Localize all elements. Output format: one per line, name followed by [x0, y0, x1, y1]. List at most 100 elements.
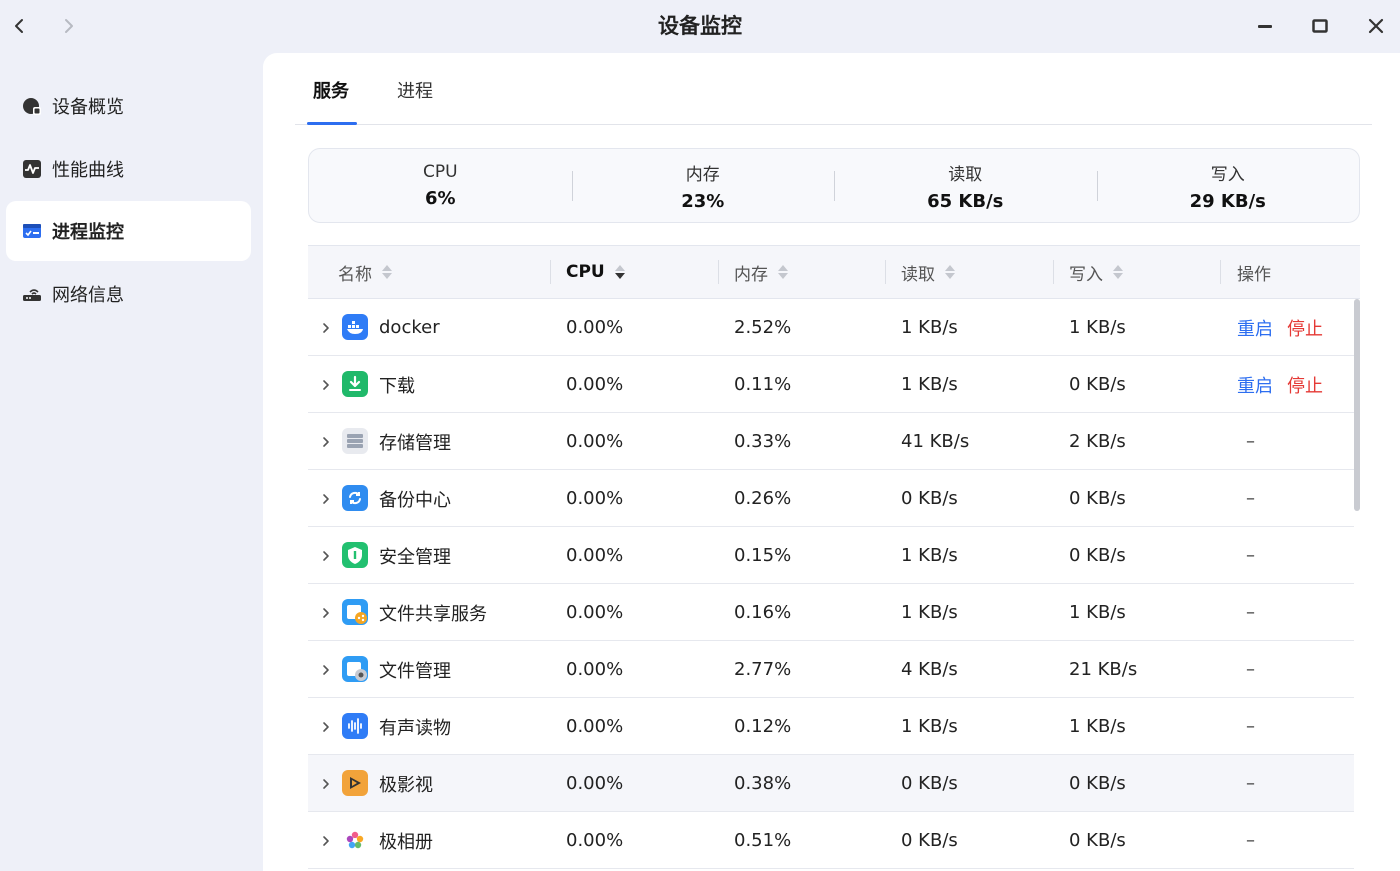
memory-usage: 0.26%	[734, 488, 792, 509]
table-row[interactable]: 极影视 0.00% 0.38% 0 KB/s 0 KB/s –	[308, 755, 1354, 812]
column-header-label: CPU	[566, 262, 605, 282]
title-bar: 设备监控	[0, 0, 1400, 52]
chevron-right-icon	[65, 19, 73, 33]
summary-value: 6%	[424, 188, 456, 209]
sidebar-item-label: 设备概览	[52, 97, 124, 118]
summary-label: CPU	[422, 162, 458, 182]
column-header-label: 名称	[338, 264, 372, 285]
sort-icon	[382, 265, 392, 279]
cpu-usage: 0.00%	[566, 374, 624, 395]
table-row[interactable]: 安全管理 0.00% 0.15% 1 KB/s 0 KB/s –	[308, 527, 1354, 584]
audiobook-icon	[342, 713, 368, 739]
memory-usage: 0.38%	[734, 773, 792, 794]
tab-processes[interactable]: 进程	[397, 77, 433, 123]
column-header-read[interactable]: 读取	[901, 246, 957, 298]
column-header-memory[interactable]: 内存	[734, 246, 790, 298]
table-row[interactable]: 有声读物 0.00% 0.12% 1 KB/s 1 KB/s –	[308, 698, 1354, 755]
column-header-label: 读取	[901, 264, 935, 285]
summary-cpu: CPU 6%	[309, 149, 572, 222]
column-header-cpu[interactable]: CPU	[566, 246, 627, 298]
sidebar-item-label: 进程监控	[52, 222, 124, 243]
storage-icon	[342, 428, 368, 454]
active-tab-indicator	[307, 122, 357, 125]
chevron-right-icon	[323, 550, 329, 561]
download-icon	[342, 371, 368, 397]
cpu-usage: 0.00%	[566, 545, 624, 566]
expand-row-button[interactable]	[318, 299, 334, 356]
chevron-right-icon	[323, 607, 329, 618]
minimize-button[interactable]	[1251, 12, 1279, 40]
chevron-right-icon	[323, 835, 329, 846]
expand-row-button[interactable]	[318, 641, 334, 698]
summary-label: 内存	[685, 164, 720, 185]
sidebar: 设备概览 性能曲线 进程监控 网络信息	[0, 52, 262, 871]
read-rate: 0 KB/s	[901, 488, 958, 509]
sort-icon	[1113, 265, 1123, 279]
service-name: 文件共享服务	[379, 603, 487, 625]
column-header-write[interactable]: 写入	[1069, 246, 1125, 298]
table-scrollbar[interactable]	[1354, 299, 1360, 511]
cpu-usage: 0.00%	[566, 602, 624, 623]
maximize-button[interactable]	[1306, 12, 1334, 40]
stop-button[interactable]: 停止	[1287, 315, 1323, 341]
restart-button[interactable]: 重启	[1237, 315, 1273, 341]
expand-row-button[interactable]	[318, 413, 334, 470]
table-row[interactable]: docker 0.00% 2.52% 1 KB/s 1 KB/s 重启 停止	[308, 299, 1354, 356]
video-icon	[342, 770, 368, 796]
no-action: –	[1246, 545, 1255, 566]
tab-services[interactable]: 服务	[313, 77, 349, 123]
table-row[interactable]: 文件管理 0.00% 2.77% 4 KB/s 21 KB/s –	[308, 641, 1354, 698]
sidebar-item-label: 网络信息	[52, 285, 124, 306]
sidebar-item-process-monitor[interactable]: 进程监控	[6, 201, 251, 261]
summary-value: 65 KB/s	[927, 190, 1004, 212]
expand-row-button[interactable]	[318, 584, 334, 641]
restart-button[interactable]: 重启	[1237, 372, 1273, 398]
stop-button[interactable]: 停止	[1287, 372, 1323, 398]
expand-row-button[interactable]	[318, 527, 334, 584]
close-button[interactable]	[1362, 12, 1390, 40]
tab-bar: 服务 进程	[295, 53, 1372, 125]
chevron-right-icon	[323, 721, 329, 732]
services-table: 名称 CPU 内存 读取 写入 操作 docker 0.00% 2.52% 1 …	[308, 245, 1360, 871]
column-divider	[885, 260, 886, 284]
expand-row-button[interactable]	[318, 470, 334, 527]
memory-usage: 0.33%	[734, 431, 792, 452]
backup-icon	[342, 485, 368, 511]
memory-usage: 0.12%	[734, 716, 792, 737]
table-header: 名称 CPU 内存 读取 写入 操作	[308, 245, 1360, 299]
no-action: –	[1246, 716, 1255, 737]
table-row[interactable]: 下载 0.00% 0.11% 1 KB/s 0 KB/s 重启 停止	[308, 356, 1354, 413]
chevron-right-icon	[323, 664, 329, 675]
close-icon	[1368, 18, 1384, 34]
sidebar-item-network[interactable]: 网络信息	[6, 264, 251, 324]
read-rate: 0 KB/s	[901, 830, 958, 851]
expand-row-button[interactable]	[318, 356, 334, 413]
sidebar-item-overview[interactable]: 设备概览	[6, 76, 251, 136]
table-row[interactable]: 文件共享服务 0.00% 0.16% 1 KB/s 1 KB/s –	[308, 584, 1354, 641]
read-rate: 1 KB/s	[901, 716, 958, 737]
back-button[interactable]	[6, 12, 34, 40]
file-manager-icon	[342, 656, 368, 682]
service-name: 文件管理	[379, 660, 451, 682]
sidebar-item-performance[interactable]: 性能曲线	[6, 139, 251, 199]
table-row[interactable]: 极相册 0.00% 0.51% 0 KB/s 0 KB/s –	[308, 812, 1354, 869]
column-header-actions: 操作	[1237, 246, 1271, 298]
chevron-right-icon	[323, 493, 329, 504]
cpu-usage: 0.00%	[566, 830, 624, 851]
column-header-name[interactable]: 名称	[338, 246, 394, 298]
forward-button[interactable]	[54, 12, 82, 40]
no-action: –	[1246, 773, 1255, 794]
main-panel: 服务 进程 CPU 6% 内存 23% 读取 65 KB/s 写入 29 KB/…	[263, 53, 1400, 871]
expand-row-button[interactable]	[318, 698, 334, 755]
expand-row-button[interactable]	[318, 812, 334, 869]
memory-usage: 0.51%	[734, 830, 792, 851]
expand-row-button[interactable]	[318, 755, 334, 812]
table-row[interactable]: 备份中心 0.00% 0.26% 0 KB/s 0 KB/s –	[308, 470, 1354, 527]
cpu-usage: 0.00%	[566, 431, 624, 452]
write-rate: 21 KB/s	[1069, 659, 1138, 680]
table-row[interactable]: 存储管理 0.00% 0.33% 41 KB/s 2 KB/s –	[308, 413, 1354, 470]
read-rate: 41 KB/s	[901, 431, 970, 452]
service-name: 极相册	[379, 831, 433, 853]
cpu-usage: 0.00%	[566, 659, 624, 680]
summary-memory: 内存 23%	[571, 149, 835, 222]
